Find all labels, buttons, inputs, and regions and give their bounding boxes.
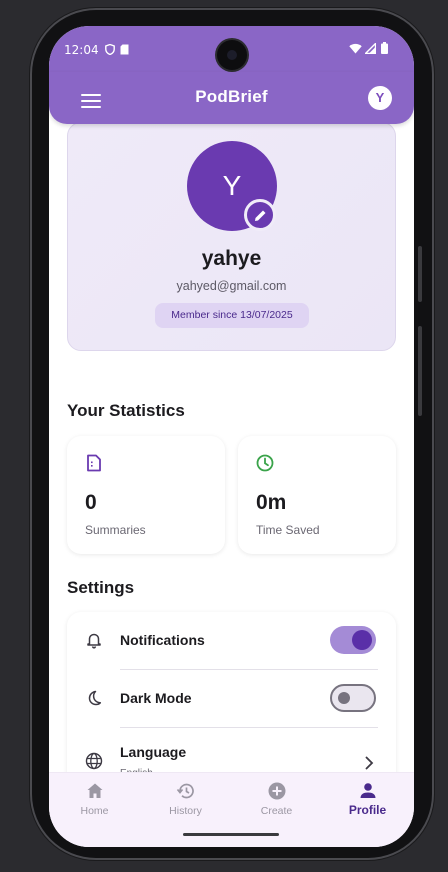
- sd-card-icon: [120, 44, 129, 58]
- notifications-toggle[interactable]: [330, 626, 376, 654]
- shield-icon: [105, 43, 115, 58]
- edit-avatar-button[interactable]: [244, 199, 276, 231]
- front-camera: [217, 40, 247, 70]
- profile-email: yahyed@gmail.com: [176, 279, 287, 293]
- nav-history[interactable]: History: [140, 773, 231, 833]
- nav-label: Profile: [348, 803, 387, 817]
- stat-card-time-saved: 0m Time Saved: [238, 436, 396, 554]
- profile-name: yahye: [201, 247, 262, 270]
- dark-mode-toggle[interactable]: [330, 684, 376, 712]
- status-time: 12:04: [64, 43, 99, 57]
- bell-icon: [85, 631, 103, 654]
- stat-card-summaries: 0 Summaries: [67, 436, 225, 554]
- nav-create[interactable]: Create: [231, 773, 322, 833]
- volume-button: [418, 326, 422, 416]
- stat-value: 0m: [256, 491, 287, 514]
- home-icon: [85, 781, 105, 806]
- bottom-navigation: Home History Create Profile: [49, 772, 414, 847]
- cellular-signal-icon: [363, 41, 377, 57]
- wifi-icon: [349, 43, 362, 57]
- phone-screen: 12:04 PodBrief Y Y yahye yahyed@gmail.co…: [49, 26, 414, 847]
- setting-label: Notifications: [120, 632, 205, 648]
- power-button: [418, 246, 422, 302]
- app-bar: PodBrief Y: [49, 72, 414, 124]
- setting-dark-mode[interactable]: Dark Mode: [67, 670, 396, 728]
- add-circle-icon: [267, 781, 287, 806]
- document-icon: [85, 454, 103, 477]
- status-bar: 12:04: [49, 26, 414, 72]
- battery-icon: [381, 42, 388, 57]
- nav-profile[interactable]: Profile: [322, 773, 413, 833]
- pencil-icon: [254, 210, 265, 221]
- member-since-badge: Member since 13/07/2025: [155, 303, 309, 328]
- nav-label: Create: [260, 805, 293, 817]
- clock-icon: [256, 454, 274, 477]
- stat-value: 0: [85, 491, 97, 514]
- nav-label: History: [169, 805, 202, 817]
- moon-icon: [85, 689, 103, 712]
- home-gesture-bar[interactable]: [183, 833, 279, 836]
- setting-label: Language: [120, 744, 187, 760]
- profile-card: Y yahye yahyed@gmail.com Member since 13…: [67, 122, 396, 351]
- setting-label: Dark Mode: [120, 690, 192, 706]
- statistics-heading: Your Statistics: [67, 401, 185, 420]
- stat-label: Time Saved: [256, 523, 320, 537]
- history-icon: [176, 781, 196, 806]
- setting-notifications[interactable]: Notifications: [67, 612, 396, 670]
- nav-label: Home: [80, 805, 109, 817]
- nav-home[interactable]: Home: [49, 773, 140, 833]
- stat-label: Summaries: [85, 523, 146, 537]
- account-avatar-button[interactable]: Y: [368, 86, 392, 110]
- app-title: PodBrief: [195, 87, 268, 106]
- settings-heading: Settings: [67, 578, 135, 597]
